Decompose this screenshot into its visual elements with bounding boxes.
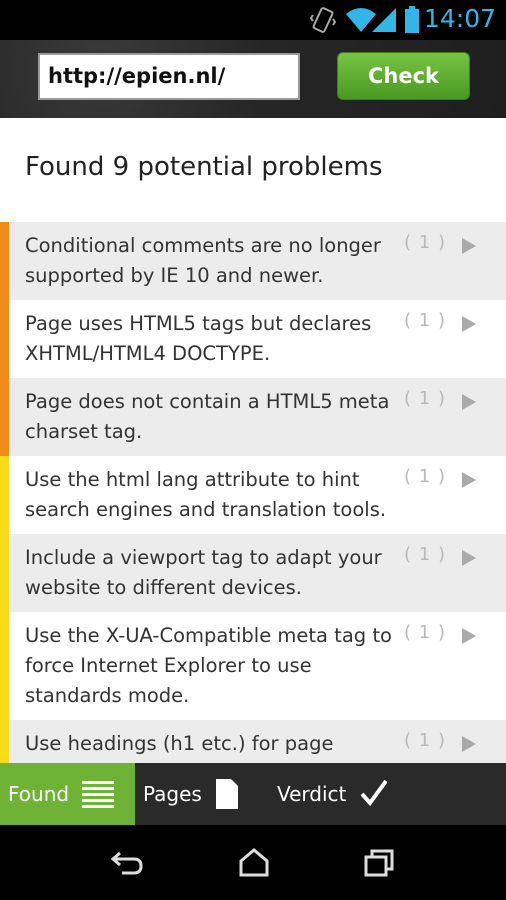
chevron-right-icon [462,394,476,410]
chevron-right-icon [462,736,476,752]
bottom-tab-bar: Found Pages Verdict [0,763,506,825]
list-item[interactable]: Conditional comments are no longer suppo… [0,222,506,300]
signal-icon [372,8,396,32]
problem-count: ( 1 ) [404,730,446,751]
home-icon[interactable] [238,847,270,877]
navigation-bar [0,825,506,900]
list-item[interactable]: Use the X-UA-Compatible meta tag to forc… [0,612,506,720]
page-icon [216,779,238,809]
back-icon[interactable] [110,849,144,877]
chevron-right-icon [462,316,476,332]
battery-icon [405,6,419,33]
recent-apps-icon[interactable] [364,849,394,877]
chevron-right-icon [462,628,476,644]
tab-found-label: Found [8,782,70,806]
list-item[interactable]: Use headings (h1 etc.) for page structur… [0,720,506,763]
check-button[interactable]: Check [337,52,470,100]
problem-list: Conditional comments are no longer suppo… [0,222,506,763]
list-icon [82,781,114,808]
clock: 14:07 [423,4,496,33]
chevron-right-icon [462,472,476,488]
problem-count: ( 1 ) [404,310,446,331]
problem-count: ( 1 ) [404,544,446,565]
list-item[interactable]: Page does not contain a HTML5 meta chars… [0,378,506,456]
status-bar: 14:07 [0,0,506,40]
url-input[interactable]: http://epien.nl/ [38,53,300,100]
tab-found[interactable]: Found [0,763,135,825]
page-title: Found 9 potential problems [25,152,383,182]
tab-verdict-label: Verdict [277,782,347,806]
chevron-right-icon [462,238,476,254]
tab-pages[interactable]: Pages [143,763,238,825]
problem-count: ( 1 ) [404,466,446,487]
checkmark-icon [361,779,387,807]
problem-count: ( 1 ) [404,388,446,409]
list-item[interactable]: Use the html lang attribute to hint sear… [0,456,506,534]
problem-count: ( 1 ) [404,622,446,643]
tab-verdict[interactable]: Verdict [277,763,387,825]
tab-pages-label: Pages [143,782,202,806]
vibrate-icon [310,7,336,33]
chevron-right-icon [462,550,476,566]
problem-count: ( 1 ) [404,232,446,253]
list-item[interactable]: Include a viewport tag to adapt your web… [0,534,506,612]
url-toolbar: http://epien.nl/ Check [0,40,506,118]
list-item[interactable]: Page uses HTML5 tags but declares XHTML/… [0,300,506,378]
